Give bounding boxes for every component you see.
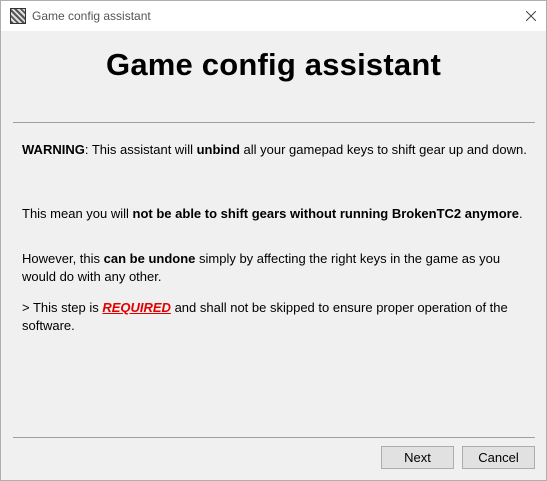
shift-text-1: This mean you will [22, 206, 133, 221]
warning-text-1: : This assistant will [84, 142, 197, 157]
warning-label: WARNING [22, 142, 85, 157]
page-title: Game config assistant [106, 47, 441, 82]
window-title: Game config assistant [32, 9, 151, 23]
undo-bold-text: can be undone [103, 251, 196, 266]
undo-paragraph: However, this can be undone simply by af… [22, 250, 527, 286]
undo-text-1: However, this [22, 251, 104, 266]
unbind-text: unbind [196, 142, 240, 157]
bottom-divider [13, 437, 535, 438]
next-button[interactable]: Next [381, 446, 454, 469]
shift-bold-text: not be able to shift gears without runni… [132, 206, 519, 221]
required-text-1: > This step is [22, 300, 103, 315]
warning-text-2: all your gamepad keys to shift gear up a… [239, 142, 527, 157]
title-bar[interactable]: Game config assistant [1, 1, 546, 31]
close-icon [526, 11, 536, 21]
dialog-content: Game config assistant WARNING: This assi… [1, 31, 546, 480]
warning-paragraph: WARNING: This assistant will unbind all … [22, 141, 527, 159]
shift-paragraph: This mean you will not be able to shift … [22, 205, 527, 223]
required-paragraph: > This step is REQUIRED and shall not be… [22, 299, 527, 335]
cancel-button[interactable]: Cancel [462, 446, 535, 469]
shift-text-2: . [518, 206, 523, 221]
dialog-window: Game config assistant Game config assist… [0, 0, 547, 481]
app-icon [10, 8, 26, 24]
required-label: REQUIRED [102, 300, 171, 315]
close-button[interactable] [516, 1, 546, 31]
top-divider [13, 122, 535, 123]
